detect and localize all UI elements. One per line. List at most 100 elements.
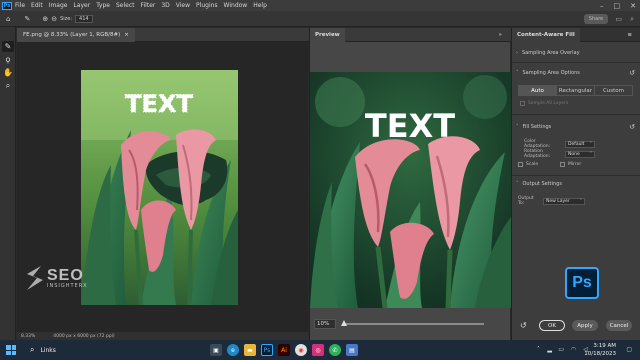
chevron-down-icon: ˅ — [516, 124, 519, 130]
reset-all-icon[interactable]: ↺ — [520, 321, 527, 330]
size-input[interactable]: 414 — [75, 14, 93, 23]
sampling-options-section[interactable]: ˅ Sampling Area Options — [516, 70, 580, 76]
reset-icon[interactable]: ↺ — [629, 123, 635, 131]
preview-image[interactable]: TEXT — [310, 72, 511, 308]
menu-layer[interactable]: Layer — [73, 2, 90, 9]
preview-zoom-row: 10% — [310, 316, 511, 332]
share-button[interactable]: Share — [584, 14, 608, 24]
illustrator-icon[interactable]: Ai — [278, 344, 290, 356]
menu-plugins[interactable]: Plugins — [196, 2, 218, 9]
preview-panel: Preview » TEXT 10% — [309, 28, 511, 340]
chevron-down-icon: ˅ — [579, 198, 582, 204]
notepad-icon[interactable]: ▤ — [346, 344, 358, 356]
panel-menu-icon[interactable]: ≡ — [622, 28, 637, 42]
task-view-icon[interactable]: ▣ — [210, 344, 222, 356]
output-settings-section[interactable]: ˅ Output Settings — [516, 181, 562, 187]
sample-all-layers-row[interactable]: Sample All Layers — [520, 101, 568, 106]
mirror-row[interactable]: Mirror — [560, 162, 581, 167]
scale-checkbox[interactable] — [518, 162, 523, 167]
scale-row[interactable]: Scale — [518, 162, 538, 167]
home-icon[interactable]: ⌂ — [6, 15, 10, 23]
battery-icon[interactable]: ▭ — [558, 346, 564, 353]
ok-button[interactable]: OK — [539, 320, 565, 331]
sample-all-layers-checkbox[interactable] — [520, 101, 525, 106]
caf-tab[interactable]: Content-Aware Fill — [512, 28, 580, 42]
zoom-tool-icon[interactable]: ⌕ — [2, 80, 14, 91]
output-to-dropdown[interactable]: New Layer ˅ — [543, 197, 585, 205]
menu-3d[interactable]: 3D — [161, 2, 169, 9]
edge-icon[interactable]: e — [227, 344, 239, 356]
lasso-tool-icon[interactable]: ✎ — [24, 15, 30, 23]
mode-rectangular-button[interactable]: Rectangular — [557, 86, 595, 95]
menu-help[interactable]: Help — [253, 2, 267, 9]
brush-tool-icon[interactable]: ✎ — [2, 41, 14, 52]
menu-type[interactable]: Type — [96, 2, 110, 9]
chrome-icon[interactable]: ◉ — [295, 344, 307, 356]
wifi-icon[interactable]: ◠ — [571, 346, 576, 353]
chevron-down-icon: ˅ — [589, 151, 592, 157]
canvas-area[interactable]: TEXT SEO INSIGHTERX — [17, 42, 308, 332]
windows-taskbar: ⌕ Links ▣ e ▬ Ps Ai ◉ ◎ ✆ ▤ ˄ ▂ ▭ ◠ ◁ 3:… — [0, 340, 640, 360]
apply-button[interactable]: Apply — [572, 320, 598, 331]
network-icon[interactable]: ▂ — [547, 346, 552, 353]
subtract-selection-icon[interactable]: ⊖ — [51, 15, 57, 23]
whatsapp-icon[interactable]: ✆ — [329, 344, 341, 356]
fill-settings-section[interactable]: ˅ Fill Settings — [516, 124, 551, 130]
color-adaptation-label: Color Adaptation: — [524, 139, 551, 149]
panel-buttons: ↺ OK Apply Cancel — [512, 320, 640, 334]
menu-edit[interactable]: Edit — [31, 2, 43, 9]
add-selection-icon[interactable]: ⊕ — [42, 15, 48, 23]
taskbar-search[interactable]: ⌕ Links — [30, 345, 180, 355]
color-adaptation-dropdown[interactable]: Default ˅ — [565, 140, 595, 148]
maximize-icon[interactable]: □ — [614, 2, 621, 10]
cancel-button[interactable]: Cancel — [606, 320, 632, 331]
clock[interactable]: 3:19 AM 10/18/2023 — [584, 342, 616, 358]
fill-settings-label: Fill Settings — [522, 124, 552, 130]
lasso-tool-icon[interactable]: ϙ — [2, 54, 14, 65]
menu-view[interactable]: View — [176, 2, 190, 9]
hand-tool-icon[interactable]: ✋ — [2, 67, 14, 78]
rotation-adaptation-label: Rotation Adaptation: — [524, 149, 551, 159]
menu-file[interactable]: File — [15, 2, 25, 9]
windows-start-icon[interactable] — [6, 345, 16, 355]
menu-filter[interactable]: Filter — [141, 2, 156, 9]
file-explorer-icon[interactable]: ▬ — [244, 344, 256, 356]
close-icon[interactable]: ✕ — [630, 2, 636, 10]
zoom-readout[interactable]: 8.33% — [21, 334, 35, 339]
window-controls: – □ ✕ — [600, 0, 636, 11]
document-tab[interactable]: FE.png @ 8.33% (Layer 1, RGB/8#) × — [17, 28, 135, 42]
sampling-overlay-label: Sampling Area Overlay — [522, 50, 580, 56]
document-image-text: TEXT — [125, 90, 193, 118]
size-label: Size: — [60, 15, 73, 22]
document-image[interactable]: TEXT — [81, 70, 238, 305]
panel-collapse-icon[interactable]: » — [494, 28, 507, 42]
menu-select[interactable]: Select — [116, 2, 135, 9]
preview-tab-bar: Preview » — [310, 28, 511, 42]
instagram-icon[interactable]: ◎ — [312, 344, 324, 356]
close-tab-icon[interactable]: × — [124, 32, 129, 38]
mirror-checkbox[interactable] — [560, 162, 565, 167]
search-icon[interactable]: ⌕ — [630, 15, 634, 24]
mode-custom-button[interactable]: Custom — [595, 86, 632, 95]
workspace-icon[interactable]: ▭ — [615, 15, 622, 23]
menu-image[interactable]: Image — [49, 2, 68, 9]
color-adaptation-value: Default — [568, 141, 585, 147]
status-bar: 8.33% 4000 px x 6000 px (72 ppi) — [17, 332, 308, 340]
mode-auto-button[interactable]: Auto — [519, 86, 557, 95]
rotation-adaptation-dropdown[interactable]: None ˅ — [565, 150, 595, 158]
preview-zoom-input[interactable]: 10% — [314, 319, 336, 329]
preview-tab[interactable]: Preview — [310, 28, 345, 42]
output-to-label: Output To: — [518, 196, 534, 206]
slider-thumb[interactable] — [341, 320, 347, 326]
color-adaptation-row: Color Adaptation: Default ˅ — [524, 139, 595, 149]
preview-zoom-slider[interactable] — [341, 320, 484, 326]
notifications-icon[interactable]: ▢ — [626, 346, 632, 353]
minimize-icon[interactable]: – — [600, 2, 604, 10]
sampling-overlay-section[interactable]: › Sampling Area Overlay — [516, 50, 580, 56]
menu-window[interactable]: Window — [224, 2, 248, 9]
output-to-row: Output To: New Layer ˅ — [518, 196, 585, 206]
photoshop-taskbar-icon[interactable]: Ps — [261, 344, 273, 356]
taskbar-search-text: Links — [40, 346, 56, 354]
reset-icon[interactable]: ↺ — [629, 69, 635, 77]
chevron-up-icon[interactable]: ˄ — [537, 346, 540, 353]
